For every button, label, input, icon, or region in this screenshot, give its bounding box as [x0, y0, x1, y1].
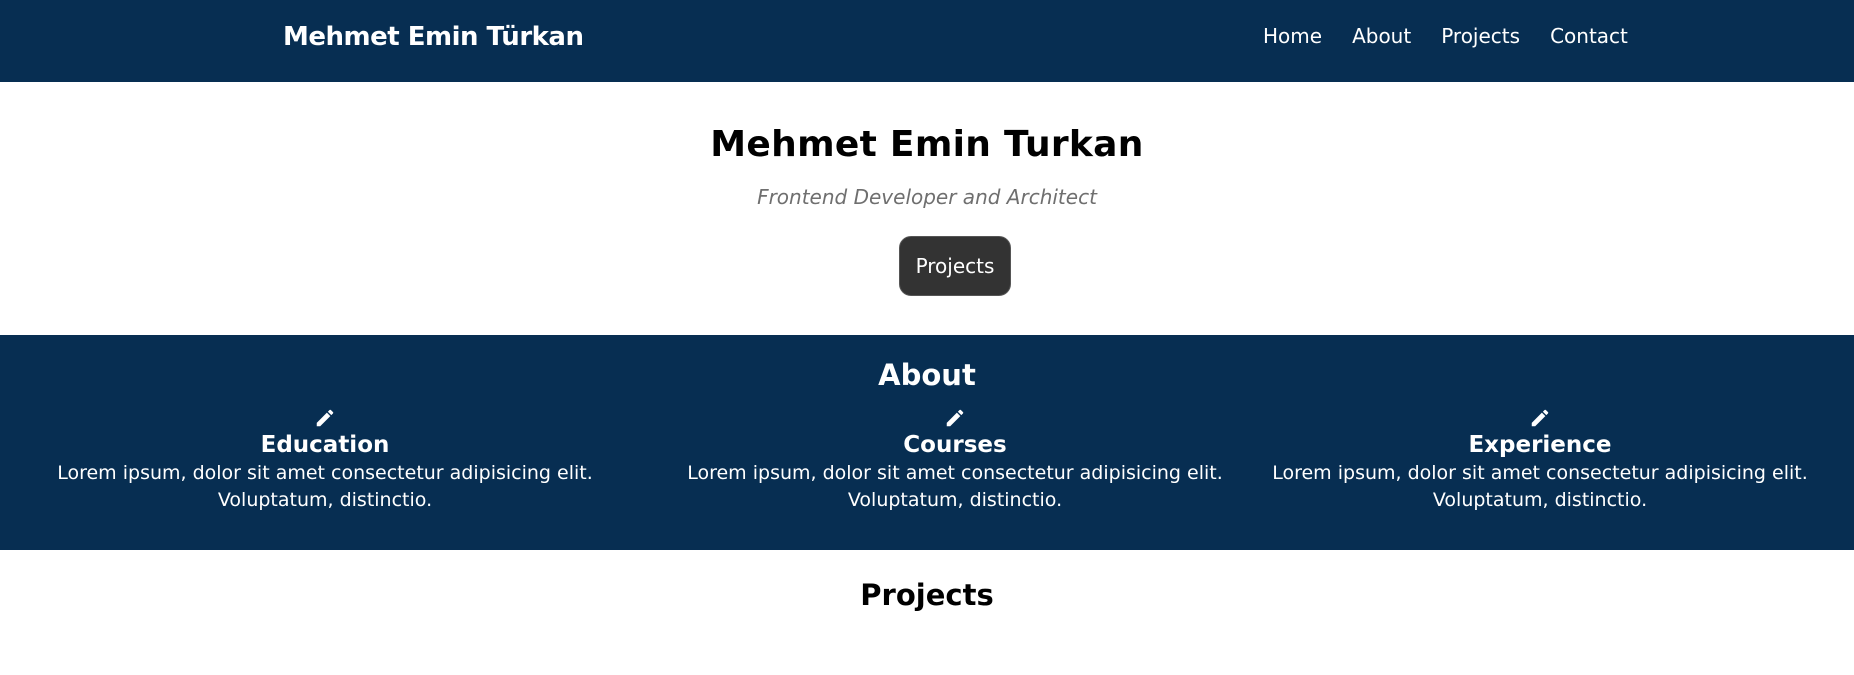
about-column-experience: Experience Lorem ipsum, dolor sit amet c…	[1240, 407, 1840, 514]
projects-button[interactable]: Projects	[899, 236, 1011, 296]
nav-link-home[interactable]: Home	[1263, 24, 1322, 48]
about-column-text: Lorem ipsum, dolor sit amet consectetur …	[687, 462, 1223, 511]
about-column-text: Lorem ipsum, dolor sit amet consectetur …	[1272, 462, 1808, 511]
pencil-icon	[1531, 409, 1549, 427]
about-section: About Education Lorem ipsum, dolor sit a…	[0, 335, 1854, 550]
about-title: About	[878, 358, 976, 392]
about-column-courses: Courses Lorem ipsum, dolor sit amet cons…	[655, 407, 1255, 514]
about-column-education: Education Lorem ipsum, dolor sit amet co…	[25, 407, 625, 514]
hero-section: Mehmet Emin Turkan Frontend Developer an…	[0, 82, 1854, 335]
about-column-text: Lorem ipsum, dolor sit amet consectetur …	[57, 462, 593, 511]
about-column-title: Courses	[903, 432, 1007, 458]
nav-links: Home About Projects Contact	[1263, 24, 1628, 48]
nav-link-contact[interactable]: Contact	[1550, 24, 1628, 48]
nav-link-projects[interactable]: Projects	[1441, 24, 1520, 48]
pencil-icon	[316, 409, 334, 427]
about-column-title: Experience	[1468, 432, 1612, 458]
about-column-title: Education	[260, 432, 390, 458]
navbar: Mehmet Emin Türkan Home About Projects C…	[0, 0, 1854, 82]
site-brand[interactable]: Mehmet Emin Türkan	[283, 22, 584, 52]
projects-title: Projects	[860, 578, 994, 612]
pencil-icon	[946, 409, 964, 427]
projects-section: Projects	[0, 550, 1854, 675]
hero-subtitle: Frontend Developer and Architect	[757, 185, 1097, 209]
hero-title: Mehmet Emin Turkan	[710, 124, 1144, 165]
nav-link-about[interactable]: About	[1352, 24, 1411, 48]
